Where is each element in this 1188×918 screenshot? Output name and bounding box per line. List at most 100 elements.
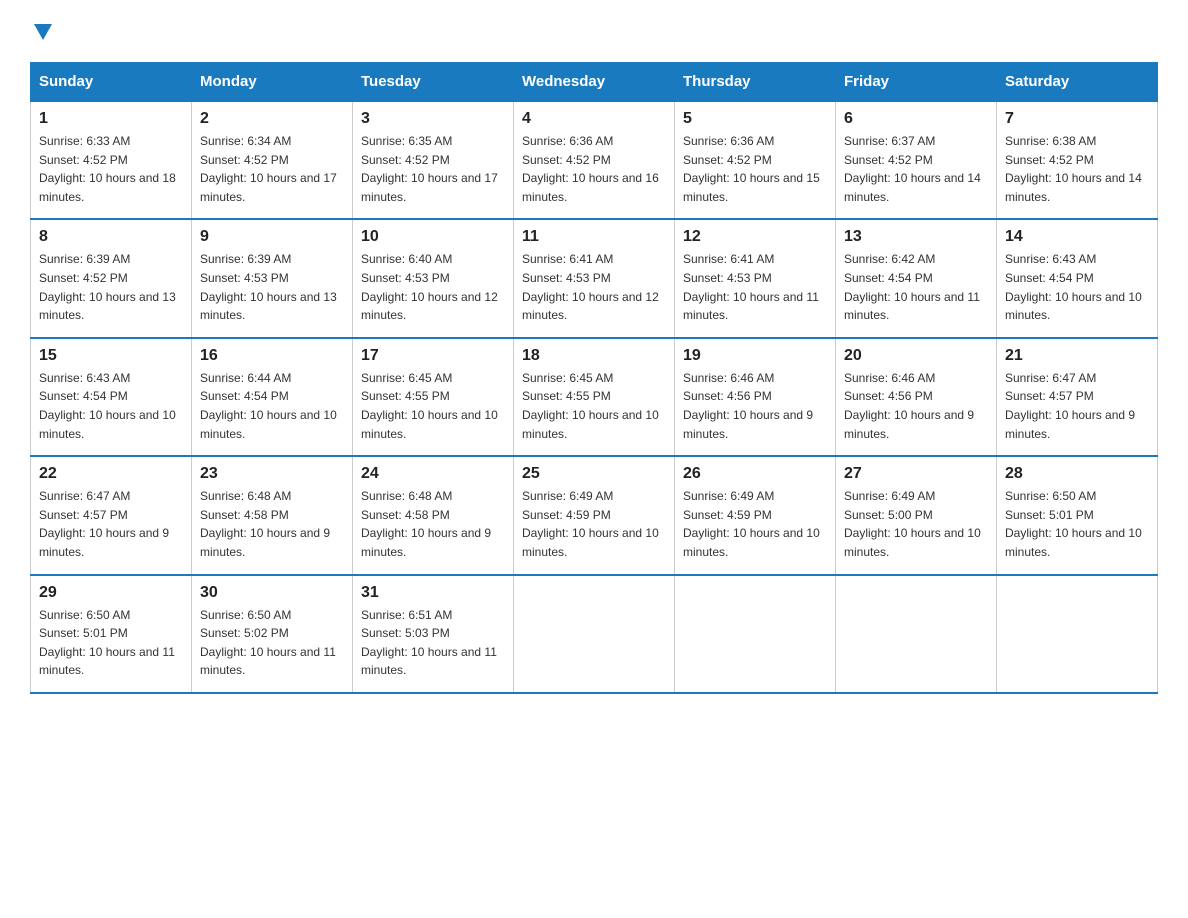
calendar-cell: 13 Sunrise: 6:42 AMSunset: 4:54 PMDaylig… xyxy=(836,219,997,337)
calendar-cell xyxy=(675,575,836,693)
calendar-cell: 4 Sunrise: 6:36 AMSunset: 4:52 PMDayligh… xyxy=(514,101,675,219)
calendar-cell xyxy=(514,575,675,693)
calendar-week-4: 22 Sunrise: 6:47 AMSunset: 4:57 PMDaylig… xyxy=(31,456,1158,574)
col-header-friday: Friday xyxy=(836,63,997,102)
calendar-cell: 10 Sunrise: 6:40 AMSunset: 4:53 PMDaylig… xyxy=(353,219,514,337)
day-number: 25 xyxy=(522,465,666,483)
day-info: Sunrise: 6:44 AMSunset: 4:54 PMDaylight:… xyxy=(200,369,344,443)
calendar-cell: 30 Sunrise: 6:50 AMSunset: 5:02 PMDaylig… xyxy=(192,575,353,693)
day-info: Sunrise: 6:49 AMSunset: 4:59 PMDaylight:… xyxy=(522,487,666,561)
col-header-saturday: Saturday xyxy=(997,63,1158,102)
calendar-cell: 17 Sunrise: 6:45 AMSunset: 4:55 PMDaylig… xyxy=(353,338,514,456)
day-number: 18 xyxy=(522,347,666,365)
calendar-cell xyxy=(997,575,1158,693)
day-info: Sunrise: 6:50 AMSunset: 5:01 PMDaylight:… xyxy=(1005,487,1149,561)
day-number: 16 xyxy=(200,347,344,365)
day-info: Sunrise: 6:41 AMSunset: 4:53 PMDaylight:… xyxy=(522,250,666,324)
calendar-cell: 8 Sunrise: 6:39 AMSunset: 4:52 PMDayligh… xyxy=(31,219,192,337)
calendar-cell: 7 Sunrise: 6:38 AMSunset: 4:52 PMDayligh… xyxy=(997,101,1158,219)
day-number: 28 xyxy=(1005,465,1149,483)
day-info: Sunrise: 6:40 AMSunset: 4:53 PMDaylight:… xyxy=(361,250,505,324)
day-number: 19 xyxy=(683,347,827,365)
day-info: Sunrise: 6:43 AMSunset: 4:54 PMDaylight:… xyxy=(1005,250,1149,324)
day-number: 13 xyxy=(844,228,988,246)
col-header-monday: Monday xyxy=(192,63,353,102)
day-info: Sunrise: 6:33 AMSunset: 4:52 PMDaylight:… xyxy=(39,132,183,206)
day-info: Sunrise: 6:48 AMSunset: 4:58 PMDaylight:… xyxy=(361,487,505,561)
col-header-wednesday: Wednesday xyxy=(514,63,675,102)
day-number: 12 xyxy=(683,228,827,246)
calendar-cell: 2 Sunrise: 6:34 AMSunset: 4:52 PMDayligh… xyxy=(192,101,353,219)
calendar-cell: 20 Sunrise: 6:46 AMSunset: 4:56 PMDaylig… xyxy=(836,338,997,456)
calendar-cell: 1 Sunrise: 6:33 AMSunset: 4:52 PMDayligh… xyxy=(31,101,192,219)
day-info: Sunrise: 6:50 AMSunset: 5:02 PMDaylight:… xyxy=(200,606,344,680)
day-info: Sunrise: 6:38 AMSunset: 4:52 PMDaylight:… xyxy=(1005,132,1149,206)
page-header xyxy=(30,20,1158,42)
calendar-cell: 27 Sunrise: 6:49 AMSunset: 5:00 PMDaylig… xyxy=(836,456,997,574)
day-info: Sunrise: 6:45 AMSunset: 4:55 PMDaylight:… xyxy=(361,369,505,443)
calendar-week-2: 8 Sunrise: 6:39 AMSunset: 4:52 PMDayligh… xyxy=(31,219,1158,337)
day-info: Sunrise: 6:46 AMSunset: 4:56 PMDaylight:… xyxy=(683,369,827,443)
day-info: Sunrise: 6:42 AMSunset: 4:54 PMDaylight:… xyxy=(844,250,988,324)
calendar-cell: 16 Sunrise: 6:44 AMSunset: 4:54 PMDaylig… xyxy=(192,338,353,456)
day-info: Sunrise: 6:39 AMSunset: 4:52 PMDaylight:… xyxy=(39,250,183,324)
day-number: 27 xyxy=(844,465,988,483)
day-number: 30 xyxy=(200,584,344,602)
calendar-cell: 15 Sunrise: 6:43 AMSunset: 4:54 PMDaylig… xyxy=(31,338,192,456)
calendar-cell: 29 Sunrise: 6:50 AMSunset: 5:01 PMDaylig… xyxy=(31,575,192,693)
day-info: Sunrise: 6:36 AMSunset: 4:52 PMDaylight:… xyxy=(522,132,666,206)
calendar-cell: 21 Sunrise: 6:47 AMSunset: 4:57 PMDaylig… xyxy=(997,338,1158,456)
day-info: Sunrise: 6:36 AMSunset: 4:52 PMDaylight:… xyxy=(683,132,827,206)
calendar-cell: 25 Sunrise: 6:49 AMSunset: 4:59 PMDaylig… xyxy=(514,456,675,574)
calendar-cell: 9 Sunrise: 6:39 AMSunset: 4:53 PMDayligh… xyxy=(192,219,353,337)
day-info: Sunrise: 6:46 AMSunset: 4:56 PMDaylight:… xyxy=(844,369,988,443)
day-number: 1 xyxy=(39,110,183,128)
calendar-cell xyxy=(836,575,997,693)
day-number: 26 xyxy=(683,465,827,483)
logo-arrow-icon xyxy=(30,20,54,42)
day-number: 9 xyxy=(200,228,344,246)
day-number: 17 xyxy=(361,347,505,365)
day-info: Sunrise: 6:50 AMSunset: 5:01 PMDaylight:… xyxy=(39,606,183,680)
day-info: Sunrise: 6:51 AMSunset: 5:03 PMDaylight:… xyxy=(361,606,505,680)
day-info: Sunrise: 6:47 AMSunset: 4:57 PMDaylight:… xyxy=(39,487,183,561)
day-info: Sunrise: 6:49 AMSunset: 4:59 PMDaylight:… xyxy=(683,487,827,561)
calendar-cell: 31 Sunrise: 6:51 AMSunset: 5:03 PMDaylig… xyxy=(353,575,514,693)
col-header-thursday: Thursday xyxy=(675,63,836,102)
col-header-sunday: Sunday xyxy=(31,63,192,102)
day-number: 8 xyxy=(39,228,183,246)
day-number: 2 xyxy=(200,110,344,128)
calendar-cell: 18 Sunrise: 6:45 AMSunset: 4:55 PMDaylig… xyxy=(514,338,675,456)
calendar-cell: 6 Sunrise: 6:37 AMSunset: 4:52 PMDayligh… xyxy=(836,101,997,219)
day-info: Sunrise: 6:45 AMSunset: 4:55 PMDaylight:… xyxy=(522,369,666,443)
day-info: Sunrise: 6:49 AMSunset: 5:00 PMDaylight:… xyxy=(844,487,988,561)
day-info: Sunrise: 6:48 AMSunset: 4:58 PMDaylight:… xyxy=(200,487,344,561)
day-number: 14 xyxy=(1005,228,1149,246)
day-number: 22 xyxy=(39,465,183,483)
day-number: 29 xyxy=(39,584,183,602)
day-number: 15 xyxy=(39,347,183,365)
day-number: 20 xyxy=(844,347,988,365)
calendar-cell: 11 Sunrise: 6:41 AMSunset: 4:53 PMDaylig… xyxy=(514,219,675,337)
day-info: Sunrise: 6:39 AMSunset: 4:53 PMDaylight:… xyxy=(200,250,344,324)
col-header-tuesday: Tuesday xyxy=(353,63,514,102)
day-info: Sunrise: 6:47 AMSunset: 4:57 PMDaylight:… xyxy=(1005,369,1149,443)
day-number: 6 xyxy=(844,110,988,128)
calendar-cell: 14 Sunrise: 6:43 AMSunset: 4:54 PMDaylig… xyxy=(997,219,1158,337)
calendar-week-3: 15 Sunrise: 6:43 AMSunset: 4:54 PMDaylig… xyxy=(31,338,1158,456)
calendar-cell: 3 Sunrise: 6:35 AMSunset: 4:52 PMDayligh… xyxy=(353,101,514,219)
day-number: 3 xyxy=(361,110,505,128)
day-number: 23 xyxy=(200,465,344,483)
day-number: 21 xyxy=(1005,347,1149,365)
day-info: Sunrise: 6:41 AMSunset: 4:53 PMDaylight:… xyxy=(683,250,827,324)
calendar-cell: 12 Sunrise: 6:41 AMSunset: 4:53 PMDaylig… xyxy=(675,219,836,337)
day-info: Sunrise: 6:43 AMSunset: 4:54 PMDaylight:… xyxy=(39,369,183,443)
day-info: Sunrise: 6:35 AMSunset: 4:52 PMDaylight:… xyxy=(361,132,505,206)
calendar-cell: 22 Sunrise: 6:47 AMSunset: 4:57 PMDaylig… xyxy=(31,456,192,574)
day-number: 5 xyxy=(683,110,827,128)
calendar-week-1: 1 Sunrise: 6:33 AMSunset: 4:52 PMDayligh… xyxy=(31,101,1158,219)
day-number: 11 xyxy=(522,228,666,246)
day-number: 24 xyxy=(361,465,505,483)
day-info: Sunrise: 6:37 AMSunset: 4:52 PMDaylight:… xyxy=(844,132,988,206)
calendar-cell: 26 Sunrise: 6:49 AMSunset: 4:59 PMDaylig… xyxy=(675,456,836,574)
